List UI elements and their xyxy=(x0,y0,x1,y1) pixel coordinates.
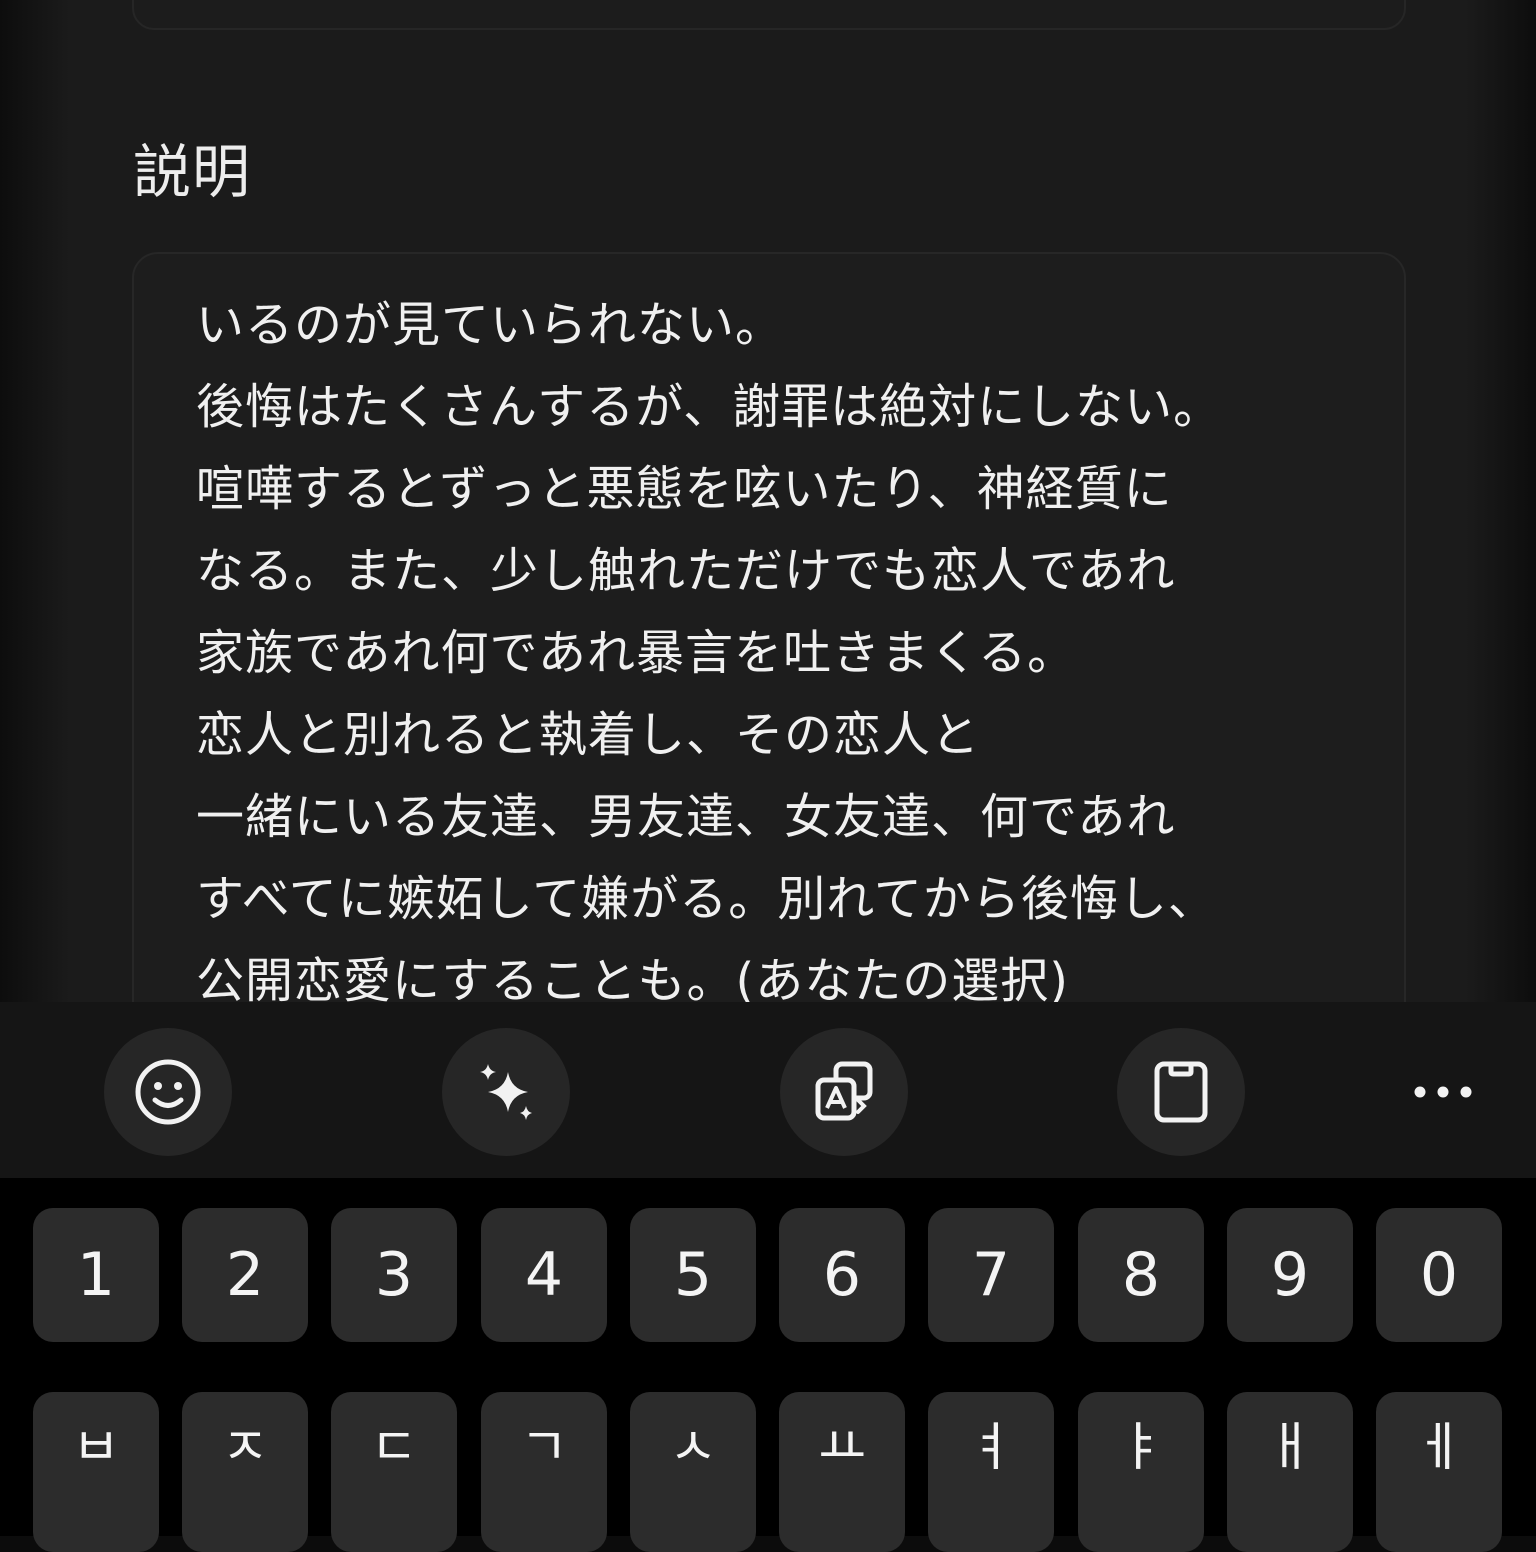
key-ya[interactable]: ㅑ xyxy=(1078,1392,1204,1552)
key-4[interactable]: 4 xyxy=(481,1208,607,1342)
key-yeo[interactable]: ㅕ xyxy=(928,1392,1054,1552)
description-label: 説明 xyxy=(133,138,252,206)
key-6[interactable]: 6 xyxy=(779,1208,905,1342)
key-9[interactable]: 9 xyxy=(1227,1208,1353,1342)
translate-icon xyxy=(815,1061,873,1121)
smiley-icon xyxy=(135,1059,201,1125)
ai-sparkle-button[interactable] xyxy=(442,1028,570,1156)
clipboard-icon xyxy=(1154,1061,1208,1123)
more-options-button[interactable] xyxy=(1398,1056,1488,1128)
key-3[interactable]: 3 xyxy=(331,1208,457,1342)
key-yo[interactable]: ㅛ xyxy=(779,1392,905,1552)
key-jieut[interactable]: ㅈ xyxy=(182,1392,308,1552)
key-2[interactable]: 2 xyxy=(182,1208,308,1342)
description-textarea[interactable]: いるのが見ていられない。 後悔はたくさんするが、謝罪は絶対にしない。 喧嘩すると… xyxy=(132,252,1406,1052)
key-ae[interactable]: ㅐ xyxy=(1227,1392,1353,1552)
description-text[interactable]: いるのが見ていられない。 後悔はたくさんするが、謝罪は絶対にしない。 喧嘩すると… xyxy=(196,284,1356,1022)
emoji-button[interactable] xyxy=(104,1028,232,1156)
keyboard-toolbar xyxy=(0,1002,1536,1178)
key-7[interactable]: 7 xyxy=(928,1208,1054,1342)
sparkle-icon xyxy=(480,1064,532,1120)
app-screen: 説明 いるのが見ていられない。 後悔はたくさんするが、謝罪は絶対にしない。 喧嘩… xyxy=(0,0,1536,1552)
keyboard: 1 2 3 4 5 6 7 8 9 0 ㅂ ㅈ ㄷ ㄱ ㅅ ㅛ ㅕ ㅑ ㅐ ㅔ xyxy=(0,1178,1536,1552)
clipboard-button[interactable] xyxy=(1117,1028,1245,1156)
key-e[interactable]: ㅔ xyxy=(1376,1392,1502,1552)
key-bieup[interactable]: ㅂ xyxy=(33,1392,159,1552)
key-8[interactable]: 8 xyxy=(1078,1208,1204,1342)
key-giyeok[interactable]: ㄱ xyxy=(481,1392,607,1552)
more-horizontal-icon xyxy=(1414,1086,1472,1098)
key-0[interactable]: 0 xyxy=(1376,1208,1502,1342)
key-1[interactable]: 1 xyxy=(33,1208,159,1342)
key-digeut[interactable]: ㄷ xyxy=(331,1392,457,1552)
key-5[interactable]: 5 xyxy=(630,1208,756,1342)
previous-input-field[interactable] xyxy=(132,0,1406,30)
key-siot[interactable]: ㅅ xyxy=(630,1392,756,1552)
translate-button[interactable] xyxy=(780,1028,908,1156)
